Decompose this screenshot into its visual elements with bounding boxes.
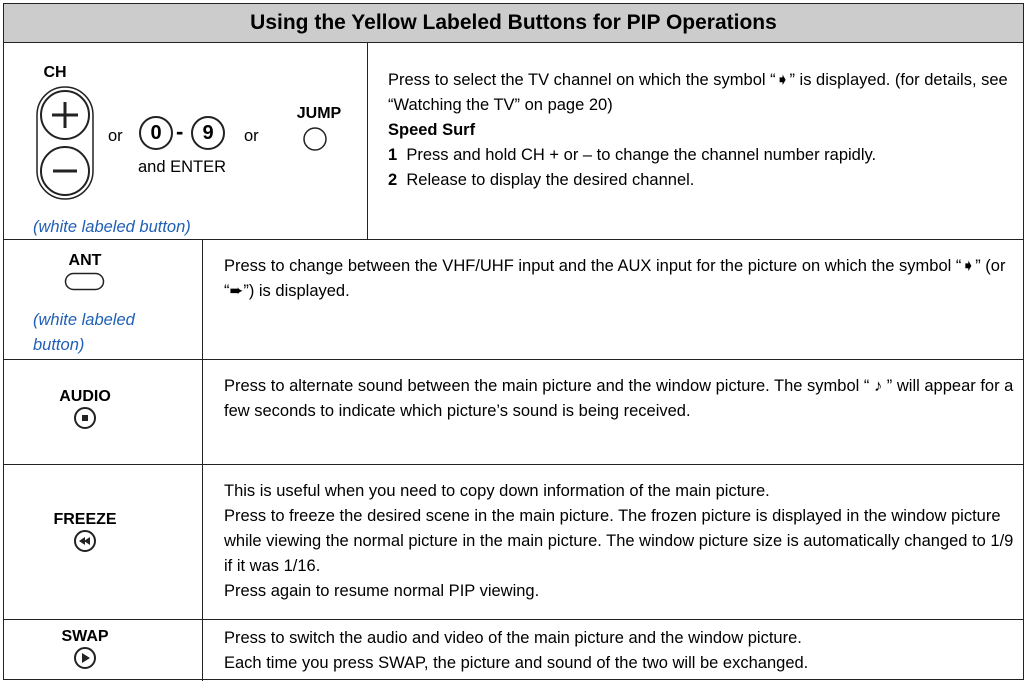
column-divider xyxy=(202,240,203,359)
dash-text: - xyxy=(176,119,184,144)
swap-desc-line: Each time you press SWAP, the picture an… xyxy=(224,654,809,672)
step-text: Press and hold CH + or – to change the c… xyxy=(406,146,877,164)
table-row-audio: AUDIO Press to alternate sound between t… xyxy=(4,360,1023,465)
column-divider xyxy=(202,465,203,619)
square-stop-button-icon xyxy=(73,406,97,430)
swap-label: SWAP xyxy=(61,628,109,645)
step-1: 1 Press and hold CH + or – to change the… xyxy=(388,143,1018,168)
table-title: Using the Yellow Labeled Buttons for PIP… xyxy=(4,4,1023,43)
ant-label: ANT xyxy=(68,252,102,269)
swap-description: Press to switch the audio and video of t… xyxy=(224,626,1014,676)
ch-rocker-icon xyxy=(34,85,96,201)
ch-label: CH xyxy=(43,64,67,81)
audio-description: Press to alternate sound between the mai… xyxy=(224,377,1014,420)
freeze-desc-line: This is useful when you need to copy dow… xyxy=(224,482,770,500)
ch-description: Press to select the TV channel on which … xyxy=(388,68,1018,193)
step-2: 2 Release to display the desired channel… xyxy=(388,168,1018,193)
step-number: 1 xyxy=(388,146,398,164)
digit-9-button: 9 xyxy=(190,115,226,151)
oval-button-icon xyxy=(64,272,106,292)
step-number: 2 xyxy=(388,171,398,189)
column-divider xyxy=(202,360,203,464)
freeze-desc-line: Press to freeze the desired scene in the… xyxy=(224,507,1014,575)
column-divider xyxy=(202,620,203,681)
or-text: or xyxy=(108,127,123,145)
table-row-swap: SWAP Press to switch the audio and video… xyxy=(4,620,1023,681)
freeze-description: This is useful when you need to copy dow… xyxy=(224,479,1014,604)
round-button-icon xyxy=(302,126,328,152)
and-enter-text: and ENTER xyxy=(138,158,227,176)
white-labeled-button-note: (white labeled button) xyxy=(33,311,135,354)
digit-0-button: 0 xyxy=(138,115,174,151)
play-button-icon xyxy=(73,646,97,670)
swap-desc-line: Press to switch the audio and video of t… xyxy=(224,629,802,647)
white-labeled-button-note: (white labeled button) xyxy=(33,218,191,236)
pip-operations-table: Using the Yellow Labeled Buttons for PIP… xyxy=(3,3,1024,681)
freeze-desc-line: Press again to resume normal PIP viewing… xyxy=(224,582,540,600)
jump-label: JUMP xyxy=(296,105,342,122)
freeze-label: FREEZE xyxy=(53,511,117,528)
table-row-freeze: FREEZE This is useful when you need to c… xyxy=(4,465,1023,620)
rewind-button-icon xyxy=(73,529,97,553)
ant-description: Press to change between the VHF/UHF inpu… xyxy=(224,257,1006,300)
table-row-ch: CH or 0 - 9 or JUMP and ENTER (white lab… xyxy=(4,42,1023,240)
ch-desc-text: Press to select the TV channel on which … xyxy=(388,71,1008,114)
step-text: Release to display the desired channel. xyxy=(406,171,695,189)
column-divider xyxy=(367,42,368,239)
table-row-ant: ANT (white labeled button) Press to chan… xyxy=(4,240,1023,360)
speed-surf-title: Speed Surf xyxy=(388,121,476,139)
audio-label: AUDIO xyxy=(59,388,111,405)
or-text: or xyxy=(244,127,259,145)
